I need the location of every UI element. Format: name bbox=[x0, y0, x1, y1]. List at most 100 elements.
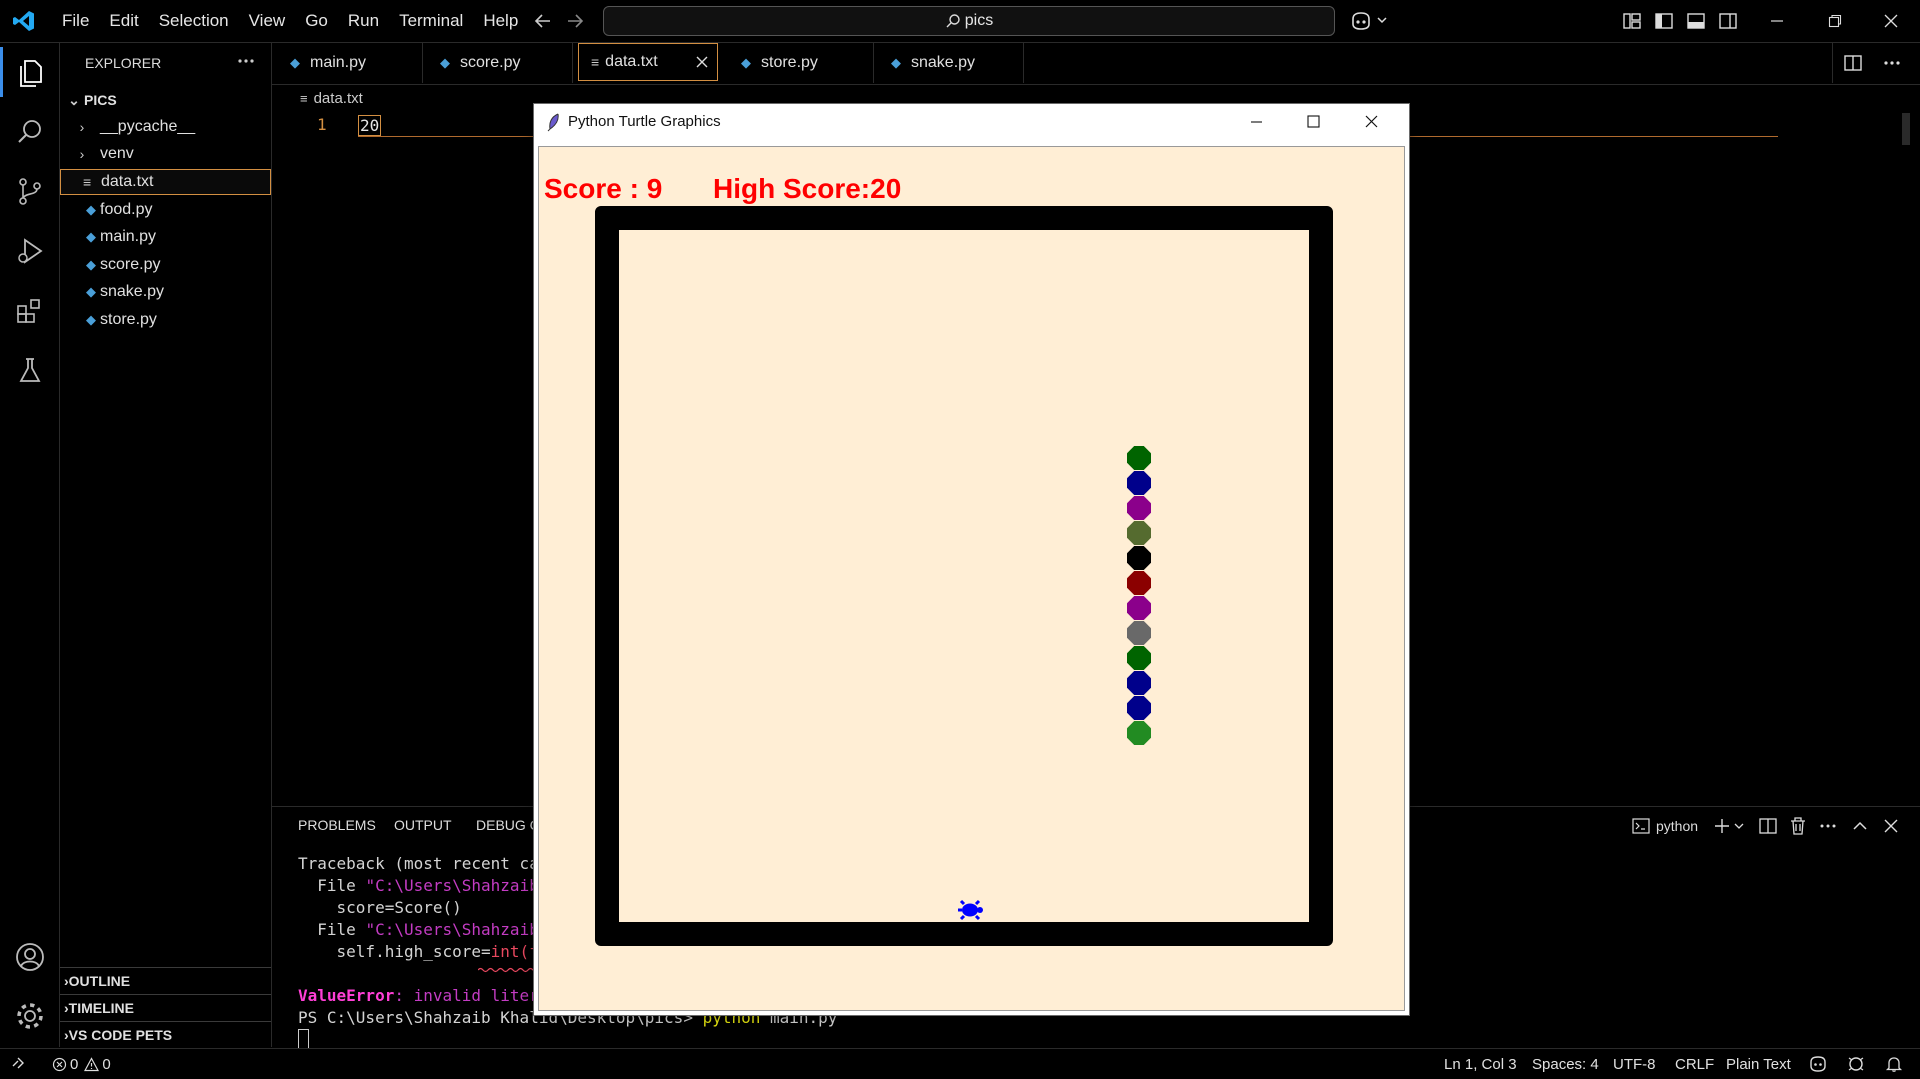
text-file-icon: ≡ bbox=[300, 91, 308, 106]
manage-gear-icon[interactable] bbox=[13, 999, 47, 1033]
minimize-icon[interactable] bbox=[1242, 112, 1270, 132]
run-debug-icon[interactable] bbox=[13, 234, 47, 268]
tab-label: main.py bbox=[310, 54, 367, 71]
section-timeline[interactable]: › TIMELINE bbox=[60, 994, 271, 1021]
arrow-right-icon[interactable] bbox=[564, 10, 586, 32]
breadcrumb-file[interactable]: data.txt bbox=[314, 90, 363, 107]
tab-data-txt[interactable]: ≡ data.txt bbox=[578, 43, 718, 81]
menu-go[interactable]: Go bbox=[295, 0, 338, 42]
accounts-icon[interactable] bbox=[13, 940, 47, 974]
more-actions-icon[interactable] bbox=[1817, 815, 1839, 837]
explorer-title: EXPLORER bbox=[85, 55, 162, 71]
end-of-line[interactable]: CRLF bbox=[1675, 1049, 1714, 1079]
snake-segment bbox=[1127, 521, 1151, 545]
testing-icon[interactable] bbox=[13, 354, 47, 388]
turtle-window-titlebar[interactable]: Python Turtle Graphics bbox=[534, 104, 1409, 140]
arrow-left-icon[interactable] bbox=[532, 10, 554, 32]
turtle-canvas[interactable]: Score : 9 High Score:20 bbox=[538, 146, 1405, 1011]
customize-layout-icon[interactable] bbox=[1622, 11, 1642, 31]
feedback-icon[interactable] bbox=[1846, 1049, 1866, 1079]
restore-icon[interactable] bbox=[1806, 0, 1864, 42]
panel-tab-debug-console[interactable]: DEBUG C bbox=[476, 817, 540, 833]
command-center-search[interactable]: pics bbox=[603, 6, 1335, 36]
tree-item-venv[interactable]: › venv bbox=[60, 141, 271, 167]
menu-view[interactable]: View bbox=[239, 0, 296, 42]
maximize-icon[interactable] bbox=[1299, 112, 1327, 132]
breadcrumb: ≡ data.txt bbox=[300, 90, 363, 107]
folder-header-pics[interactable]: ⌄ PICS bbox=[60, 87, 271, 113]
tree-item-label: store.py bbox=[100, 311, 157, 328]
section-outline[interactable]: › OUTLINE bbox=[60, 967, 271, 994]
notifications-bell-icon[interactable] bbox=[1884, 1049, 1904, 1079]
copilot-icon[interactable] bbox=[1350, 10, 1390, 32]
menu-terminal[interactable]: Terminal bbox=[389, 0, 473, 42]
tree-item-pycache[interactable]: › __pycache__ bbox=[60, 114, 271, 140]
terminal-text: File bbox=[298, 920, 366, 939]
tree-item-food-py[interactable]: ◆ food.py bbox=[60, 197, 271, 223]
feather-icon bbox=[546, 112, 562, 132]
tab-store-py[interactable]: ◆ store.py bbox=[723, 43, 874, 83]
chevron-right-icon: › bbox=[79, 119, 85, 135]
close-panel-icon[interactable] bbox=[1880, 815, 1902, 837]
title-bar: File Edit Selection View Go Run Terminal… bbox=[0, 0, 1920, 43]
tab-snake-py[interactable]: ◆ snake.py bbox=[873, 43, 1024, 83]
more-actions-icon[interactable] bbox=[232, 49, 260, 73]
tree-item-main-py[interactable]: ◆ main.py bbox=[60, 224, 271, 250]
copilot-status-icon[interactable] bbox=[1808, 1049, 1828, 1079]
source-control-icon[interactable] bbox=[13, 174, 47, 208]
tree-item-label: __pycache__ bbox=[100, 118, 196, 135]
panel-tab-problems[interactable]: PROBLEMS bbox=[298, 817, 376, 833]
tab-main-py[interactable]: ◆ main.py bbox=[272, 43, 423, 83]
section-vscode-pets[interactable]: › VS CODE PETS bbox=[60, 1021, 271, 1048]
menu-selection[interactable]: Selection bbox=[149, 0, 239, 42]
search-icon[interactable] bbox=[13, 115, 47, 149]
minimize-icon[interactable] bbox=[1748, 0, 1806, 42]
turtle-graphics-window: Python Turtle Graphics Score : 9 High Sc… bbox=[533, 103, 1410, 1016]
code-line[interactable]: 20 bbox=[358, 115, 382, 136]
warning-icon bbox=[84, 1056, 100, 1072]
explorer-icon[interactable] bbox=[13, 56, 47, 90]
python-file-icon: ◆ bbox=[290, 55, 300, 70]
cursor-position[interactable]: Ln 1, Col 3 bbox=[1444, 1049, 1517, 1079]
terminal-selector[interactable]: python bbox=[1632, 813, 1698, 839]
snake-segment bbox=[1127, 696, 1151, 720]
split-editor-icon[interactable] bbox=[1832, 43, 1873, 83]
tree-item-score-py[interactable]: ◆ score.py bbox=[60, 252, 271, 278]
menu-edit[interactable]: Edit bbox=[99, 0, 148, 42]
snake-segment bbox=[1127, 721, 1151, 745]
problems-status[interactable]: 0 0 bbox=[52, 1049, 111, 1079]
close-icon[interactable] bbox=[1862, 0, 1920, 42]
terminal-name: python bbox=[1656, 818, 1699, 834]
line-number: 1 bbox=[317, 115, 327, 134]
python-file-icon: ◆ bbox=[440, 55, 450, 70]
tree-item-store-py[interactable]: ◆ store.py bbox=[60, 307, 271, 333]
close-tab-icon[interactable] bbox=[693, 53, 711, 71]
toggle-panel-icon[interactable] bbox=[1686, 11, 1706, 31]
maximize-panel-icon[interactable] bbox=[1849, 815, 1871, 837]
remote-icon[interactable] bbox=[10, 1049, 30, 1079]
trash-icon[interactable] bbox=[1787, 815, 1809, 837]
tab-score-py[interactable]: ◆ score.py bbox=[422, 43, 573, 83]
toggle-secondary-sidebar-icon[interactable] bbox=[1718, 11, 1738, 31]
new-terminal-icon[interactable] bbox=[1712, 813, 1748, 839]
scrollbar[interactable] bbox=[1902, 113, 1910, 145]
turtle-window-title: Python Turtle Graphics bbox=[568, 113, 721, 130]
close-icon[interactable] bbox=[1358, 112, 1386, 132]
tree-item-data-txt[interactable]: ≡ data.txt bbox=[60, 169, 271, 195]
extensions-icon[interactable] bbox=[13, 294, 47, 328]
language-mode[interactable]: Plain Text bbox=[1726, 1049, 1791, 1079]
toggle-primary-sidebar-icon[interactable] bbox=[1654, 11, 1674, 31]
score-label: Score : 9 bbox=[544, 173, 663, 204]
menu-help[interactable]: Help bbox=[473, 0, 528, 42]
panel-tab-output[interactable]: OUTPUT bbox=[394, 817, 452, 833]
snake-segment bbox=[1127, 671, 1151, 695]
snake-segment bbox=[1127, 496, 1151, 520]
encoding[interactable]: UTF-8 bbox=[1613, 1049, 1656, 1079]
indentation[interactable]: Spaces: 4 bbox=[1532, 1049, 1599, 1079]
more-actions-icon[interactable] bbox=[1872, 43, 1912, 83]
menu-run[interactable]: Run bbox=[338, 0, 389, 42]
split-terminal-icon[interactable] bbox=[1757, 815, 1779, 837]
tab-label: store.py bbox=[761, 54, 818, 71]
tree-item-snake-py[interactable]: ◆ snake.py bbox=[60, 279, 271, 305]
menu-file[interactable]: File bbox=[52, 0, 99, 42]
